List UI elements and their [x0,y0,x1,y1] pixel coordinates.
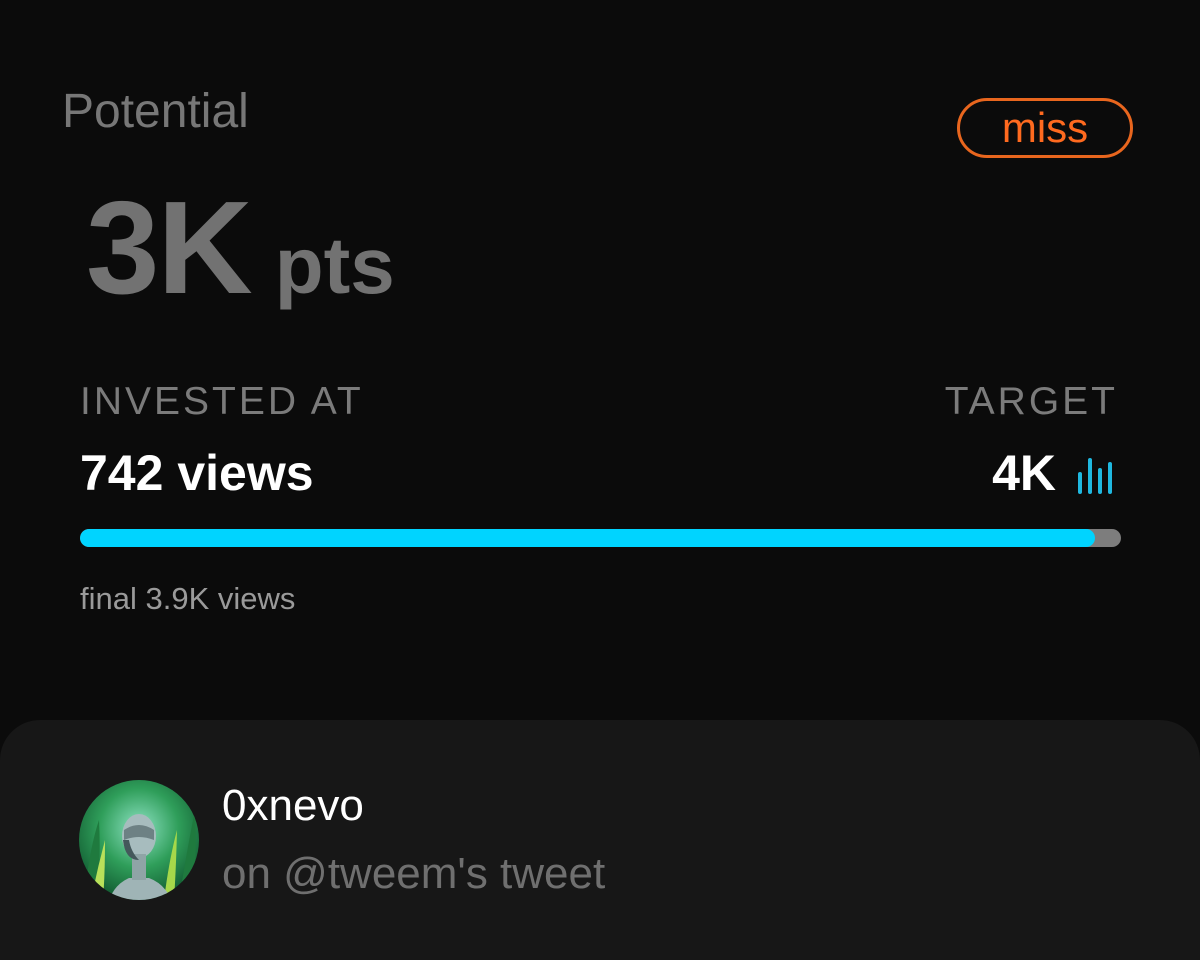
invested-value: 742 views [80,445,314,501]
target-value: 4K [992,445,1056,501]
prediction-card-screen: Potential miss 3K pts INVESTED AT TARGET… [0,0,1200,960]
bar-chart-icon [1078,458,1112,494]
avatar[interactable] [79,780,199,900]
points-unit: pts [274,221,395,310]
target-label: TARGET [944,380,1118,423]
progress-bar-fill [80,529,1095,547]
potential-points: 3K pts [86,182,395,314]
status-badge: miss [957,98,1133,158]
progress-bar [80,529,1121,547]
page-title: Potential [62,85,249,138]
points-value: 3K [86,174,253,321]
final-views: final 3.9K views [80,581,296,616]
target-value-group: 4K [992,448,1114,498]
username[interactable]: 0xnevo [222,784,364,828]
tweet-context: on @tweem's tweet [222,849,606,898]
invested-label: INVESTED AT [80,380,364,423]
avatar-image [79,780,199,900]
